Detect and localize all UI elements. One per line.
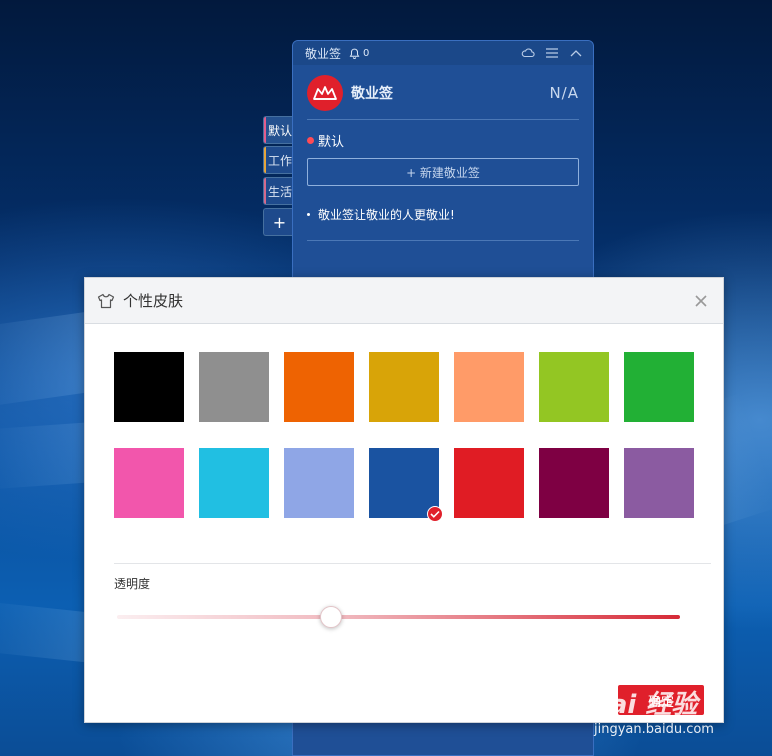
color-swatch[interactable] [114,352,184,422]
color-swatch[interactable] [199,352,269,422]
baidu-watermark: Bai 经验 jingyan.baidu.com [590,684,770,754]
note-header: 敬业签 N/A [307,75,579,111]
side-tab-default[interactable]: 默认 [263,116,295,144]
color-swatch[interactable] [624,352,694,422]
new-note-button[interactable]: + 新建敬业签 [307,158,579,186]
watermark-logo-text: Bai 经验 [590,690,698,720]
color-swatch[interactable] [199,448,269,518]
opacity-label: 透明度 [114,577,151,591]
color-swatch[interactable] [454,448,524,518]
skin-dialog: 个性皮肤 透明度 确定 [84,277,724,723]
divider [307,240,579,241]
side-tab-label: 生活 [268,184,293,199]
collapse-chevron-icon[interactable] [569,46,583,60]
divider [307,119,579,120]
divider [114,563,711,564]
user-status: N/A [549,84,579,102]
color-swatch[interactable] [539,352,609,422]
dialog-header: 个性皮肤 [85,278,723,324]
color-swatch[interactable] [369,448,443,522]
baidu-logo: Bai 经验 [590,684,697,721]
tshirt-icon [97,293,115,308]
note-text: 敬业签让敬业的人更敬业! [318,208,455,222]
add-category-button[interactable]: + [263,208,295,236]
menu-icon[interactable] [545,46,559,60]
close-button[interactable] [691,291,711,311]
color-swatch[interactable] [284,448,354,518]
note-window-title: 敬业签 [305,46,342,61]
color-swatch[interactable] [369,352,439,422]
side-tab-work[interactable]: 工作 [263,146,295,174]
color-swatch[interactable] [114,448,184,518]
note-list-item[interactable]: 敬业签让敬业的人更敬业! [307,206,455,223]
color-swatch[interactable] [624,448,694,518]
app-logo [307,75,343,111]
opacity-slider-thumb[interactable] [319,606,342,628]
notification-indicator[interactable]: 0 [349,48,369,59]
category-dot-icon [307,137,314,144]
side-tab-label: 工作 [268,153,293,168]
note-titlebar: 敬业签 0 [293,41,593,65]
add-category-label: + [272,212,287,232]
side-tab-life[interactable]: 生活 [263,177,295,205]
color-swatch[interactable] [454,352,524,422]
category-label: 默认 [318,135,345,150]
close-icon [695,294,707,307]
opacity-slider-track[interactable] [117,615,680,619]
color-swatch[interactable] [539,448,609,518]
bell-icon [349,48,360,59]
side-tab-label: 默认 [268,123,293,138]
notification-count: 0 [363,47,370,59]
selected-check-icon [427,506,443,522]
bullet-icon [307,213,310,216]
color-swatch[interactable] [284,352,354,422]
watermark-url: jingyan.baidu.com [594,722,714,737]
app-name: 敬业签 [351,86,393,102]
cloud-sync-icon[interactable] [521,46,535,60]
category-heading: 默认 [307,131,344,150]
dialog-title: 个性皮肤 [123,292,184,310]
